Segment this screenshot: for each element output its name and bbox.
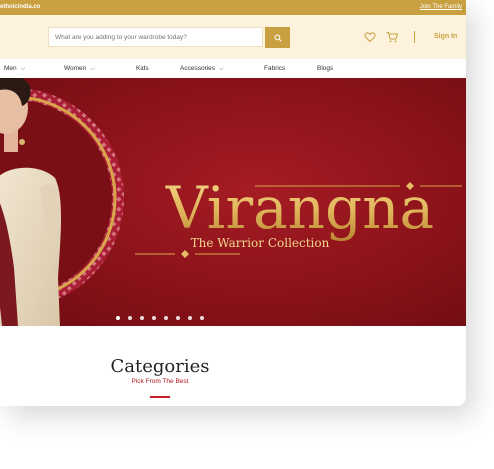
nav-item-men[interactable]: Men ⌵ [4, 65, 25, 73]
carousel-dot[interactable] [128, 316, 132, 320]
nav-item-accessories[interactable]: Accessories ⌵ [180, 65, 224, 73]
join-the-family-link[interactable]: Join The Family [420, 4, 462, 10]
nav-item-fabrics[interactable]: Fabrics [264, 65, 285, 72]
hero-banner-art: Virangna The Warrior Collection [0, 78, 462, 326]
top-announcement-bar: ethnicindia.co Join The Family [0, 0, 466, 15]
browser-page: ethnicindia.co Join The Family Sign In M… [0, 0, 466, 406]
nav-item-label: Accessories [180, 65, 216, 72]
header-divider [414, 31, 415, 43]
carousel-dot[interactable] [164, 316, 168, 320]
chevron-down-icon: ⌵ [20, 66, 26, 72]
heart-icon[interactable] [364, 31, 376, 43]
carousel-dot[interactable] [140, 316, 144, 320]
categories-heading: Categories [110, 356, 210, 377]
nav-item-blogs[interactable]: Blogs [317, 65, 333, 72]
site-domain-text: ethnicindia.co [0, 4, 41, 10]
carousel-dot[interactable] [188, 316, 192, 320]
sign-in-link[interactable]: Sign In [434, 33, 457, 40]
nav-item-label: Women [64, 65, 87, 72]
carousel-dot[interactable] [152, 316, 156, 320]
carousel-dots [116, 316, 204, 320]
search-input[interactable] [48, 27, 263, 47]
carousel-dot[interactable] [116, 316, 120, 320]
carousel-dot[interactable] [200, 316, 204, 320]
banner-title: Virangna [165, 174, 434, 242]
nav-item-label: Kids [136, 65, 149, 72]
search-icon [273, 33, 282, 42]
nav-item-kids[interactable]: Kids [136, 65, 149, 72]
banner-subtitle: The Warrior Collection [191, 236, 330, 250]
site-header: Sign In [0, 15, 466, 59]
chevron-down-icon: ⌵ [90, 66, 95, 72]
main-navigation: Men ⌵ Women ⌵ Kids Accessories ⌵ Fabrics Bl… [0, 59, 466, 78]
nav-item-label: Fabrics [264, 65, 286, 72]
chevron-down-icon: ⌵ [219, 66, 224, 72]
cart-icon[interactable] [386, 31, 398, 43]
heading-underline [150, 396, 170, 398]
carousel-dot[interactable] [176, 316, 180, 320]
nav-item-women[interactable]: Women ⌵ [64, 65, 95, 73]
search-button[interactable] [265, 27, 290, 48]
categories-subheading: Pick From The Best [131, 378, 189, 385]
nav-item-label: Men [4, 65, 17, 72]
hero-banner[interactable]: Virangna The Warrior Collection [0, 78, 466, 326]
nav-item-label: Blogs [317, 65, 334, 72]
